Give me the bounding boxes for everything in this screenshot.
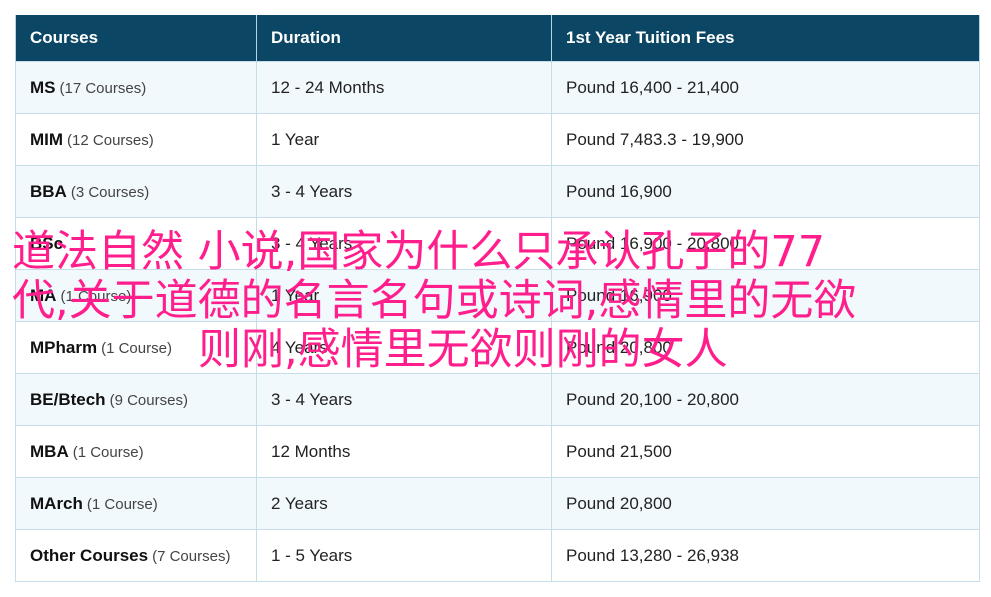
tuition-fee-cell: Pound 20,100 - 20,800 <box>551 373 980 426</box>
table-row: MA (1 Course) 1 Year Pound 16,900 <box>15 269 980 322</box>
course-count: (9 Courses) <box>109 391 188 409</box>
tuition-fees-table: Courses Duration 1st Year Tuition Fees M… <box>15 15 980 582</box>
tuition-fee-cell: Pound 16,900 <box>551 165 980 218</box>
duration-cell: 3 - 4 Years <box>256 217 552 270</box>
course-count: (1 Course) <box>72 443 144 461</box>
course-name: Other Courses <box>30 545 149 565</box>
table-row: MIM (12 Courses) 1 Year Pound 7,483.3 - 19,… <box>15 113 980 166</box>
course-count: (1 Course) <box>60 287 132 305</box>
tuition-fee-cell: Pound 20,800 <box>551 321 980 374</box>
table-row: BSc 3 - 4 Years Pound 16,900 - 20,800 <box>15 217 980 270</box>
table-row: MPharm (1 Course) 4 Years Pound 20,800 <box>15 321 980 374</box>
duration-cell: 12 - 24 Months <box>256 61 552 114</box>
duration-cell: 4 Years <box>256 321 552 374</box>
course-count: (3 Courses) <box>70 183 150 201</box>
course-cell: MIM (12 Courses) <box>15 113 257 166</box>
course-name: MIM <box>30 129 64 149</box>
table-row: BE/Btech (9 Courses) 3 - 4 Years Pound 20,1… <box>15 373 980 426</box>
course-cell: MA (1 Course) <box>15 269 257 322</box>
course-count: (1 Course) <box>101 339 172 357</box>
tuition-fee-cell: Pound 16,900 <box>551 269 980 322</box>
duration-cell: 3 - 4 Years <box>256 165 552 218</box>
course-cell: MBA (1 Course) <box>15 425 257 478</box>
table-row: MArch (1 Course) 2 Years Pound 20,800 <box>15 477 980 530</box>
course-name: MBA <box>30 441 69 461</box>
course-cell: MS (17 Courses) <box>15 61 257 114</box>
duration-cell: 1 Year <box>256 269 552 322</box>
course-cell: BSc <box>15 217 257 270</box>
course-cell: Other Courses (7 Courses) <box>15 529 257 582</box>
table-row: MBA (1 Course) 12 Months Pound 21,500 <box>15 425 980 478</box>
duration-cell: 1 - 5 Years <box>256 529 552 582</box>
course-cell: MArch (1 Course) <box>15 477 257 530</box>
table-row: BBA (3 Courses) 3 - 4 Years Pound 16,900 <box>15 165 980 218</box>
tuition-fee-cell: Pound 21,500 <box>551 425 980 478</box>
course-count: (12 Courses) <box>67 131 154 149</box>
duration-cell: 1 Year <box>256 113 552 166</box>
tuition-fee-cell: Pound 16,400 - 21,400 <box>551 61 980 114</box>
table-row: MS (17 Courses) 12 - 24 Months Pound 16,400… <box>15 61 980 114</box>
course-name: MS <box>30 77 56 97</box>
course-name: MPharm <box>30 337 98 357</box>
course-name: BSc <box>30 233 64 253</box>
course-count: (1 Course) <box>86 495 158 513</box>
header-duration: Duration <box>256 15 552 62</box>
header-courses: Courses <box>15 15 257 62</box>
duration-cell: 12 Months <box>256 425 552 478</box>
tuition-fee-cell: Pound 20,800 <box>551 477 980 530</box>
duration-cell: 2 Years <box>256 477 552 530</box>
course-cell: MPharm (1 Course) <box>15 321 257 374</box>
course-name: BE/Btech <box>30 389 106 409</box>
course-count: (7 Courses) <box>152 547 231 565</box>
course-cell: BBA (3 Courses) <box>15 165 257 218</box>
duration-cell: 3 - 4 Years <box>256 373 552 426</box>
tuition-fee-cell: Pound 13,280 - 26,938 <box>551 529 980 582</box>
table-row: Other Courses (7 Courses) 1 - 5 Years Pound… <box>15 529 980 582</box>
tuition-fee-cell: Pound 16,900 - 20,800 <box>551 217 980 270</box>
table-header-row: Courses Duration 1st Year Tuition Fees <box>15 15 980 62</box>
header-tuition-fees: 1st Year Tuition Fees <box>551 15 980 62</box>
course-name: BBA <box>30 181 67 201</box>
course-name: MArch <box>30 493 83 513</box>
course-cell: BE/Btech (9 Courses) <box>15 373 257 426</box>
course-count: (17 Courses) <box>59 79 147 97</box>
tuition-fee-cell: Pound 7,483.3 - 19,900 <box>551 113 980 166</box>
tuition-table-container: Courses Duration 1st Year Tuition Fees M… <box>15 15 980 582</box>
course-name: MA <box>30 285 57 305</box>
